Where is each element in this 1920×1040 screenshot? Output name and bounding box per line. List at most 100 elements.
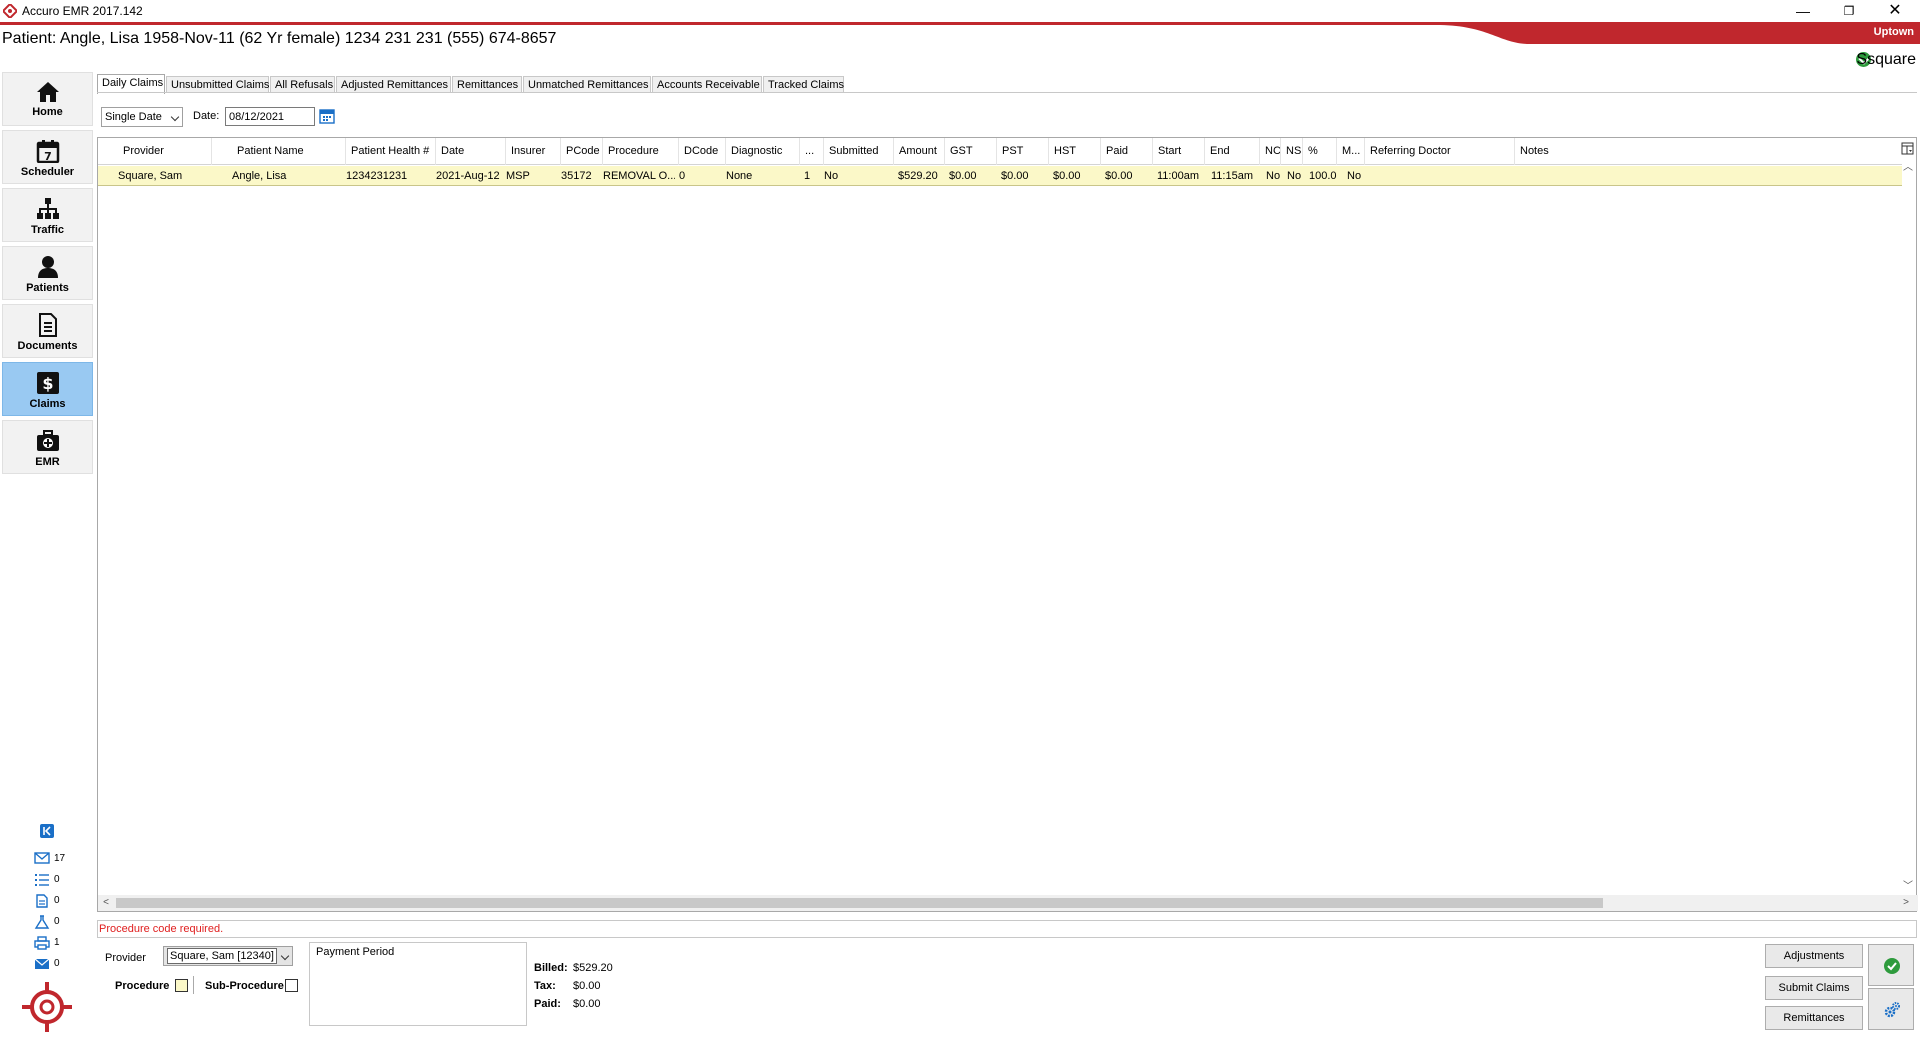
column-header[interactable]: Patient Name — [232, 138, 346, 165]
tabs-divider — [97, 92, 1917, 93]
column-header[interactable]: Submitted — [824, 138, 894, 165]
adjustments-button[interactable]: Adjustments — [1765, 944, 1863, 968]
scroll-right-icon[interactable]: > — [1898, 895, 1914, 911]
sidebar-item-patients[interactable]: Patients — [2, 246, 93, 300]
date-mode-value: Single Date — [105, 111, 162, 123]
column-header[interactable]: DCode — [679, 138, 726, 165]
sidebar-item-claims[interactable]: $ Claims — [2, 362, 93, 416]
scroll-up-icon[interactable]: ︿ — [1900, 160, 1916, 176]
column-header[interactable]: GST — [945, 138, 997, 165]
column-header[interactable]: Provider — [118, 138, 212, 165]
column-header[interactable]: PST — [997, 138, 1049, 165]
user-name: Ssquare — [1856, 51, 1916, 68]
medical-bag-icon — [36, 430, 59, 451]
column-header[interactable]: Date — [436, 138, 506, 165]
column-header[interactable]: Start — [1153, 138, 1205, 165]
table-cell: 100.0 — [1309, 170, 1337, 182]
column-header[interactable]: Diagnostic — [726, 138, 800, 165]
table-cell — [1369, 166, 1519, 186]
subprocedure-checkbox[interactable] — [285, 979, 298, 992]
sidebar-item-label: Patients — [26, 282, 69, 294]
counter-value: 17 — [54, 853, 66, 864]
window-title: Accuro EMR 2017.142 — [22, 4, 143, 18]
horizontal-scrollbar[interactable]: < > — [98, 895, 1918, 911]
column-header[interactable]: % — [1303, 138, 1337, 165]
date-input[interactable] — [225, 107, 315, 126]
divider — [193, 976, 194, 994]
column-header[interactable]: M... — [1337, 138, 1365, 165]
sidebar-item-scheduler[interactable]: 7 Scheduler — [2, 130, 93, 184]
vertical-scrollbar[interactable]: ︿ ﹀ — [1900, 160, 1916, 895]
restore-button[interactable]: ❐ — [1826, 0, 1872, 22]
counter-value: 1 — [54, 937, 60, 948]
table-cell — [1519, 166, 1899, 186]
paid-label: Paid: — [534, 998, 561, 1010]
tab-accounts-receivable[interactable]: Accounts Receivable — [652, 76, 762, 93]
collapse-sidebar-icon[interactable] — [40, 824, 54, 838]
minimize-button[interactable]: — — [1780, 0, 1826, 22]
sidebar-item-traffic[interactable]: Traffic — [2, 188, 93, 242]
table-cell: No — [1266, 170, 1281, 182]
payment-period-box: Payment Period — [309, 942, 527, 1026]
sidebar-item-home[interactable]: Home — [2, 72, 93, 126]
column-header[interactable]: ... — [800, 138, 824, 165]
accuro-logo-icon — [22, 982, 72, 1032]
column-header[interactable]: Referring Doctor — [1365, 138, 1515, 165]
app-window: Accuro EMR 2017.142 — ❐ ✕ Uptown Patient… — [0, 0, 1920, 1040]
validate-button[interactable] — [1868, 944, 1914, 986]
tab-tracked-claims[interactable]: Tracked Claims — [763, 76, 844, 93]
table-cell: No — [1347, 170, 1362, 182]
tab-all-refusals[interactable]: All Refusals — [270, 76, 335, 93]
column-header[interactable]: Amount — [894, 138, 945, 165]
table-cell: $0.00 — [1001, 170, 1029, 182]
billed-value: $529.20 — [573, 962, 613, 974]
table-cell: $0.00 — [1105, 170, 1133, 182]
sidebar-item-label: Scheduler — [20, 166, 75, 178]
claims-grid: Provider Patient Name Patient Health # D… — [97, 137, 1918, 912]
sidebar-item-documents[interactable]: Documents — [2, 304, 93, 358]
scroll-left-icon[interactable]: < — [98, 895, 114, 911]
tab-unmatched-remittances[interactable]: Unmatched Remittances — [523, 76, 651, 93]
table-cell: 1234231231 — [346, 170, 408, 182]
column-header[interactable]: Patient Health # — [346, 138, 436, 165]
column-header[interactable]: HST — [1049, 138, 1101, 165]
submit-claims-button[interactable]: Submit Claims — [1765, 976, 1863, 1000]
column-header[interactable]: Procedure — [603, 138, 679, 165]
date-mode-select[interactable]: Single Date — [101, 107, 183, 127]
settings-button[interactable] — [1868, 988, 1914, 1030]
column-header[interactable]: Notes — [1515, 138, 1902, 165]
svg-text:7: 7 — [44, 150, 52, 163]
column-header[interactable]: End — [1205, 138, 1260, 165]
column-header[interactable]: PCode — [561, 138, 603, 165]
tab-unsubmitted-claims[interactable]: Unsubmitted Claims — [166, 76, 269, 93]
provider-select[interactable]: Square, Sam [12340] — [163, 946, 293, 966]
table-cell: MSP — [506, 170, 530, 182]
sidebar-item-emr[interactable]: EMR — [2, 420, 93, 474]
message-icon — [34, 958, 50, 969]
column-header[interactable]: NS — [1281, 138, 1303, 165]
table-row[interactable]: Square, Sam Angle, Lisa 1234231231 2021-… — [98, 166, 1902, 186]
tab-adjusted-remittances[interactable]: Adjusted Remittances — [336, 76, 451, 93]
table-cell: $0.00 — [1053, 170, 1081, 182]
close-button[interactable]: ✕ — [1872, 0, 1918, 22]
tab-remittances[interactable]: Remittances — [452, 76, 522, 93]
procedure-checkbox[interactable] — [175, 979, 188, 992]
remittances-button[interactable]: Remittances — [1765, 1006, 1863, 1030]
scrollbar-thumb[interactable] — [116, 898, 1603, 908]
table-cell: 11:15am — [1211, 170, 1253, 182]
counter-value: 0 — [54, 958, 60, 969]
tab-daily-claims[interactable]: Daily Claims — [97, 74, 165, 94]
counter-value: 0 — [54, 916, 60, 927]
accuro-logo-icon — [3, 4, 17, 18]
column-header[interactable]: NC — [1260, 138, 1281, 165]
date-label: Date: — [193, 110, 220, 122]
title-bar: Accuro EMR 2017.142 — ❐ ✕ — [0, 0, 1920, 22]
column-header[interactable]: Paid — [1101, 138, 1153, 165]
scroll-down-icon[interactable]: ﹀ — [1900, 879, 1916, 895]
column-header[interactable]: Insurer — [506, 138, 561, 165]
document-icon — [36, 894, 48, 908]
calendar-picker-icon[interactable] — [319, 108, 335, 124]
column-chooser-icon[interactable] — [1900, 140, 1916, 158]
procedure-label: Procedure — [115, 980, 170, 992]
table-cell: 11:00am — [1157, 170, 1199, 182]
